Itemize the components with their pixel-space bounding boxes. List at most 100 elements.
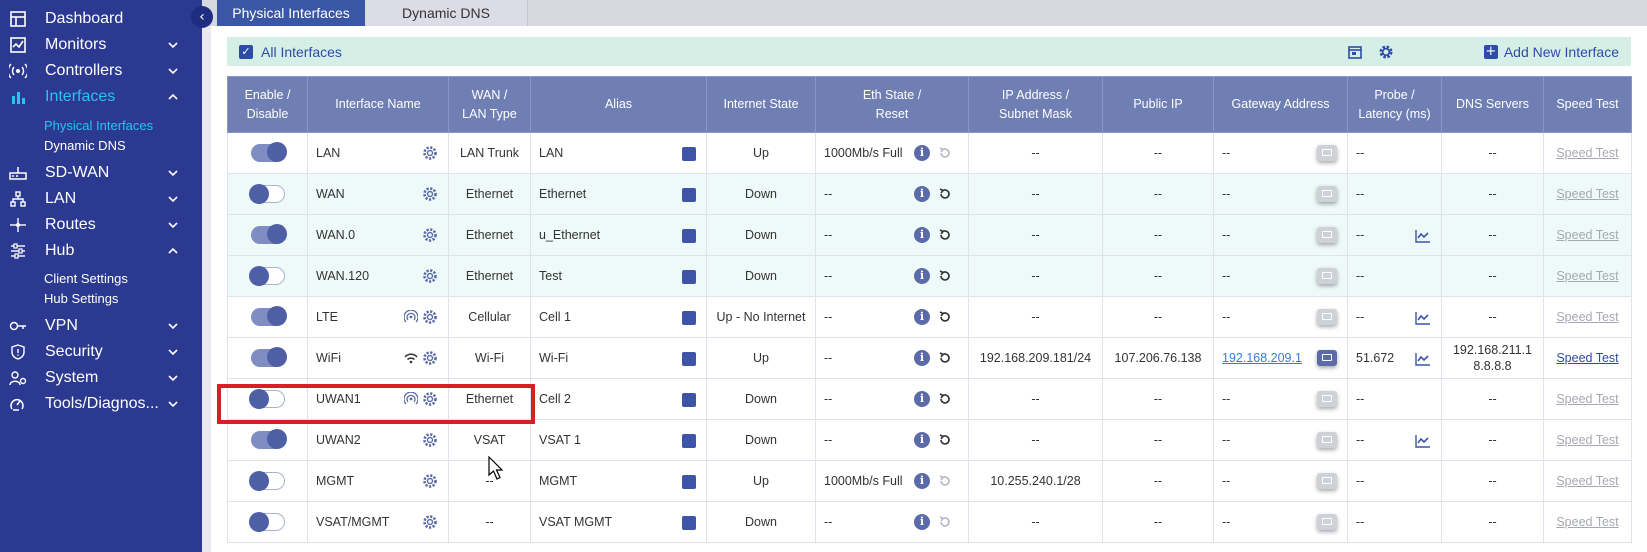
speed-test-link[interactable]: Speed Test: [1556, 310, 1618, 324]
gear-icon[interactable]: [422, 391, 438, 407]
speed-test-link[interactable]: Speed Test: [1556, 433, 1618, 447]
speed-test-link[interactable]: Speed Test: [1556, 515, 1618, 529]
calendar-icon[interactable]: [1346, 43, 1364, 61]
info-icon[interactable]: i: [914, 432, 930, 448]
speed-test-link[interactable]: Speed Test: [1556, 269, 1618, 283]
enable-toggle[interactable]: [248, 512, 285, 532]
gateway-display-icon[interactable]: [1317, 514, 1337, 530]
info-icon[interactable]: i: [914, 473, 930, 489]
enable-toggle[interactable]: [248, 266, 285, 286]
edit-alias-icon[interactable]: [682, 270, 696, 284]
edit-alias-icon[interactable]: [682, 311, 696, 325]
probe-chart-icon[interactable]: [1415, 227, 1431, 243]
sidebar-item-dashboard[interactable]: Dashboard: [0, 7, 190, 31]
tab-physical-interfaces[interactable]: Physical Interfaces: [217, 0, 365, 26]
enable-toggle[interactable]: [250, 306, 287, 326]
gateway-display-icon[interactable]: [1317, 186, 1337, 202]
reset-icon[interactable]: [938, 392, 952, 406]
gateway-display-icon[interactable]: [1317, 432, 1337, 448]
gear-icon[interactable]: [422, 432, 438, 448]
edit-alias-icon[interactable]: [682, 352, 696, 366]
gateway-display-icon[interactable]: [1317, 473, 1337, 489]
sidebar-subitem-hub-settings[interactable]: Hub Settings: [44, 291, 118, 306]
gateway-address-link[interactable]: 192.168.209.1: [1222, 351, 1302, 365]
edit-alias-icon[interactable]: [682, 229, 696, 243]
info-icon[interactable]: i: [914, 514, 930, 530]
gear-icon[interactable]: [422, 145, 438, 161]
dns-servers: --: [1441, 460, 1544, 502]
edit-alias-icon[interactable]: [682, 188, 696, 202]
info-icon[interactable]: i: [914, 186, 930, 202]
speed-test-link[interactable]: Speed Test: [1556, 187, 1618, 201]
settings-gear-icon[interactable]: [1377, 43, 1395, 61]
all-interfaces-checkbox[interactable]: ✓: [239, 44, 253, 59]
gear-icon[interactable]: [422, 350, 438, 366]
reset-icon[interactable]: [938, 310, 952, 324]
edit-alias-icon[interactable]: [682, 434, 696, 448]
speed-test-link[interactable]: Speed Test: [1556, 146, 1618, 160]
enable-toggle[interactable]: [250, 429, 287, 449]
edit-alias-icon[interactable]: [682, 393, 696, 407]
sidebar-item-lan[interactable]: LAN: [0, 187, 190, 211]
info-icon[interactable]: i: [914, 350, 930, 366]
sidebar-item-routes[interactable]: Routes: [0, 213, 190, 237]
enable-toggle[interactable]: [250, 142, 287, 162]
info-icon[interactable]: i: [914, 145, 930, 161]
reset-icon[interactable]: [938, 433, 952, 447]
sidebar-subitem-physical-interfaces[interactable]: Physical Interfaces: [44, 118, 153, 133]
gateway-display-icon[interactable]: [1317, 227, 1337, 243]
gear-icon[interactable]: [422, 227, 438, 243]
tab-dynamic-dns[interactable]: Dynamic DNS: [365, 0, 528, 26]
probe-chart-icon[interactable]: [1415, 350, 1431, 366]
speed-test-link[interactable]: Speed Test: [1556, 228, 1618, 242]
sidebar-item-security[interactable]: Security: [0, 340, 190, 364]
enable-toggle[interactable]: [248, 471, 285, 491]
sidebar-item-label: Interfaces: [45, 88, 116, 105]
gear-icon[interactable]: [422, 309, 438, 325]
gear-icon[interactable]: [422, 473, 438, 489]
sidebar-item-hub[interactable]: Hub: [0, 239, 190, 263]
enable-toggle[interactable]: [248, 184, 285, 204]
gateway-display-icon[interactable]: [1317, 145, 1337, 161]
info-icon[interactable]: i: [914, 309, 930, 325]
gear-icon[interactable]: [422, 186, 438, 202]
sidebar-item-controllers[interactable]: Controllers: [0, 59, 190, 83]
sidebar-item-system[interactable]: System: [0, 366, 190, 390]
dns-servers: --: [1441, 132, 1544, 174]
gateway-display-icon[interactable]: [1317, 391, 1337, 407]
probe-chart-icon[interactable]: [1415, 432, 1431, 448]
sidebar-item-interfaces[interactable]: Interfaces: [0, 85, 190, 109]
edit-alias-icon[interactable]: [682, 147, 696, 161]
enable-toggle[interactable]: [250, 224, 287, 244]
sidebar-item-monitors[interactable]: Monitors: [0, 33, 190, 57]
sidebar-item-tools[interactable]: Tools/Diagnos...: [0, 392, 190, 416]
add-new-interface-button[interactable]: + Add New Interface: [1483, 44, 1619, 60]
enable-toggle[interactable]: [250, 347, 287, 367]
info-icon[interactable]: i: [914, 227, 930, 243]
info-icon[interactable]: i: [914, 391, 930, 407]
reset-icon[interactable]: [938, 228, 952, 242]
ip-address: --: [968, 501, 1103, 543]
speed-test-link[interactable]: Speed Test: [1556, 351, 1618, 365]
sidebar-item-vpn[interactable]: VPN: [0, 314, 190, 338]
sidebar-subitem-client-settings[interactable]: Client Settings: [44, 271, 128, 286]
reset-icon[interactable]: [938, 351, 952, 365]
info-icon[interactable]: i: [914, 268, 930, 284]
speed-test-link[interactable]: Speed Test: [1556, 392, 1618, 406]
probe-chart-icon[interactable]: [1415, 309, 1431, 325]
gear-icon[interactable]: [422, 268, 438, 284]
gateway-display-icon[interactable]: [1317, 309, 1337, 325]
sidebar-subitem-dynamic-dns[interactable]: Dynamic DNS: [44, 138, 126, 153]
edit-alias-icon[interactable]: [682, 475, 696, 489]
gateway-address: --: [1222, 228, 1231, 242]
reset-icon[interactable]: [938, 269, 952, 283]
gear-icon[interactable]: [422, 514, 438, 530]
gateway-display-icon[interactable]: [1317, 350, 1337, 366]
sidebar-item-sdwan[interactable]: SD-WAN: [0, 161, 190, 185]
speed-test-link[interactable]: Speed Test: [1556, 474, 1618, 488]
sidebar-collapse-button[interactable]: ‹: [191, 6, 213, 28]
enable-toggle[interactable]: [248, 389, 285, 409]
reset-icon[interactable]: [938, 187, 952, 201]
gateway-display-icon[interactable]: [1317, 268, 1337, 284]
edit-alias-icon[interactable]: [682, 516, 696, 530]
